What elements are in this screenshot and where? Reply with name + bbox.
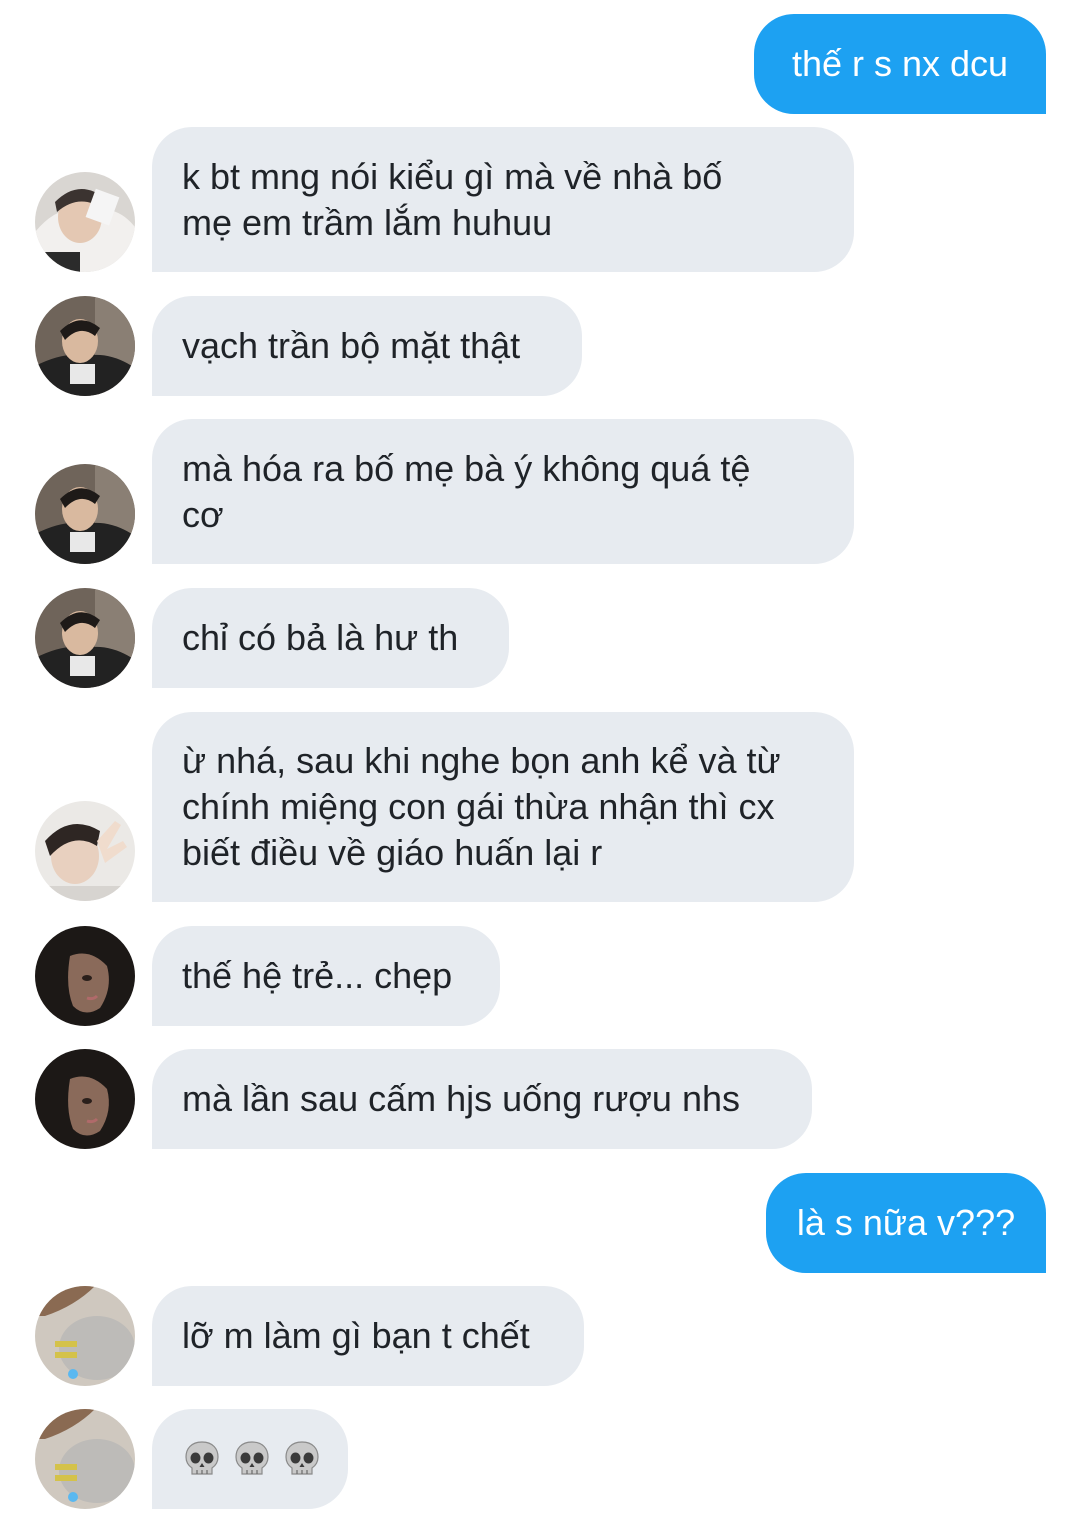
message-text: lỡ m làm gì bạn t chết <box>182 1315 530 1356</box>
message-incoming[interactable]: ừ nhá, sau khi nghe bọn anh kể và từ chí… <box>152 712 854 902</box>
message-incoming[interactable]: vạch trần bộ mặt thật <box>152 296 582 396</box>
message-text: ừ nhá, sau khi nghe bọn anh kể và từ chí… <box>182 740 781 873</box>
message-incoming[interactable]: mà hóa ra bố mẹ bà ý không quá tệ cơ <box>152 419 854 564</box>
skull-icon <box>285 1441 319 1475</box>
avatar-dark[interactable] <box>35 1049 135 1149</box>
message-incoming[interactable] <box>152 1409 348 1509</box>
skull-icon <box>185 1441 219 1475</box>
message-outgoing[interactable]: là s nữa v??? <box>766 1173 1046 1273</box>
avatar-jacket[interactable] <box>35 588 135 688</box>
avatar-peace[interactable] <box>35 801 135 901</box>
avatar-jacket[interactable] <box>35 296 135 396</box>
skull-icon <box>235 1441 269 1475</box>
message-text: là s nữa v??? <box>796 1202 1016 1243</box>
message-text: mà hóa ra bố mẹ bà ý không quá tệ cơ <box>182 447 751 535</box>
message-incoming[interactable]: mà lần sau cấm hjs uống rượu nhs <box>152 1049 812 1149</box>
chat-thread[interactable]: thế r s nx dcu k bt mng nói kiểu gì mà v… <box>0 0 1080 1522</box>
message-text: vạch trần bộ mặt thật <box>182 325 521 366</box>
message-incoming[interactable]: lỡ m làm gì bạn t chết <box>152 1286 584 1386</box>
avatar-jacket[interactable] <box>35 464 135 564</box>
emoji-row <box>182 1439 322 1479</box>
message-text: k bt mng nói kiểu gì mà về nhà bố mẹ em … <box>182 155 723 243</box>
message-text: thế r s nx dcu <box>791 43 1009 84</box>
message-incoming[interactable]: chỉ có bả là hư th <box>152 588 509 688</box>
avatar-hoodie[interactable] <box>35 172 135 272</box>
message-incoming[interactable]: thế hệ trẻ... chẹp <box>152 926 500 1026</box>
avatar-plush[interactable] <box>35 1286 135 1386</box>
avatar-plush[interactable] <box>35 1409 135 1509</box>
message-incoming[interactable]: k bt mng nói kiểu gì mà về nhà bố mẹ em … <box>152 127 854 272</box>
message-text: thế hệ trẻ... chẹp <box>182 955 453 996</box>
avatar-dark[interactable] <box>35 926 135 1026</box>
message-text: chỉ có bả là hư th <box>182 617 459 658</box>
message-text: mà lần sau cấm hjs uống rượu nhs <box>182 1078 740 1119</box>
message-outgoing[interactable]: thế r s nx dcu <box>754 14 1046 114</box>
